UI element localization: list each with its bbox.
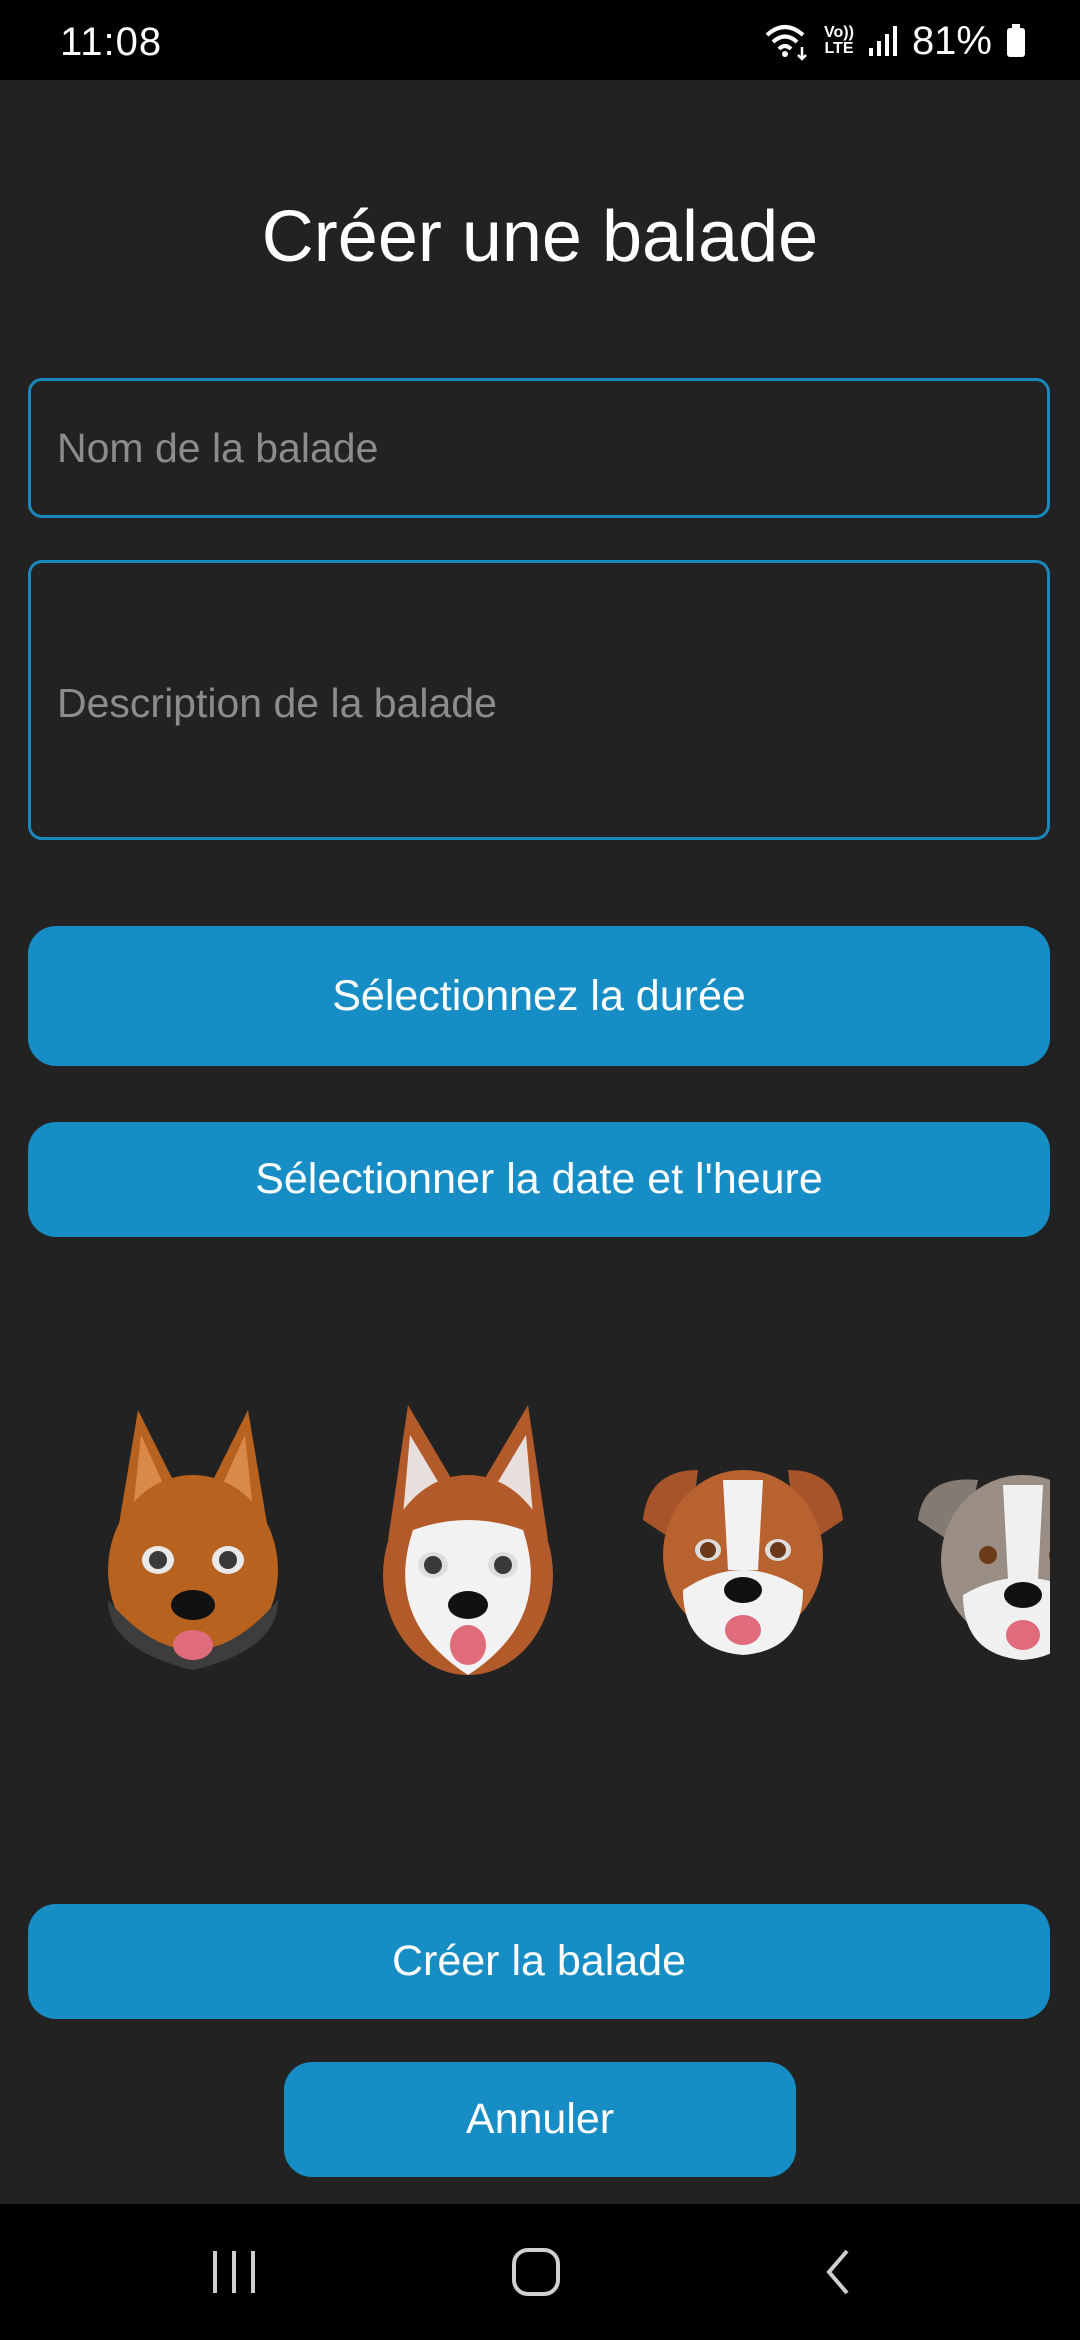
boxer-avatar[interactable] <box>628 1400 858 1680</box>
select-datetime-button[interactable]: Sélectionner la date et l'heure <box>28 1122 1050 1237</box>
recent-apps-icon <box>213 2251 255 2293</box>
wifi-icon <box>765 25 807 61</box>
status-time: 11:08 <box>60 20 163 64</box>
select-duration-button[interactable]: Sélectionnez la durée <box>28 926 1050 1066</box>
husky-avatar[interactable] <box>353 1400 583 1680</box>
status-bar: 11:08 Vo)) LTE 81% <box>0 0 1080 80</box>
system-navigation-bar <box>0 2204 1080 2340</box>
signal-icon <box>868 26 897 56</box>
back-icon <box>826 2249 849 2295</box>
battery-percentage: 81% <box>911 18 992 63</box>
battery-icon <box>1007 24 1025 57</box>
walk-name-input[interactable] <box>28 378 1050 518</box>
german-shepherd-avatar[interactable] <box>78 1400 308 1680</box>
create-walk-button[interactable]: Créer la balade <box>28 1904 1050 2019</box>
walk-description-input[interactable] <box>28 560 1050 840</box>
home-button[interactable] <box>446 2204 626 2340</box>
page-title: Créer une balade <box>261 197 819 277</box>
cancel-button[interactable]: Annuler <box>284 2062 796 2177</box>
pitbull-avatar[interactable] <box>908 1410 1050 1690</box>
dog-avatar-carousel[interactable] <box>28 1380 1050 1700</box>
status-icons: Vo)) LTE 81% <box>764 16 1026 66</box>
volte-icon: Vo)) LTE <box>824 24 854 57</box>
recent-apps-button[interactable] <box>144 2204 324 2340</box>
home-icon <box>512 2248 560 2296</box>
back-button[interactable] <box>748 2204 928 2340</box>
